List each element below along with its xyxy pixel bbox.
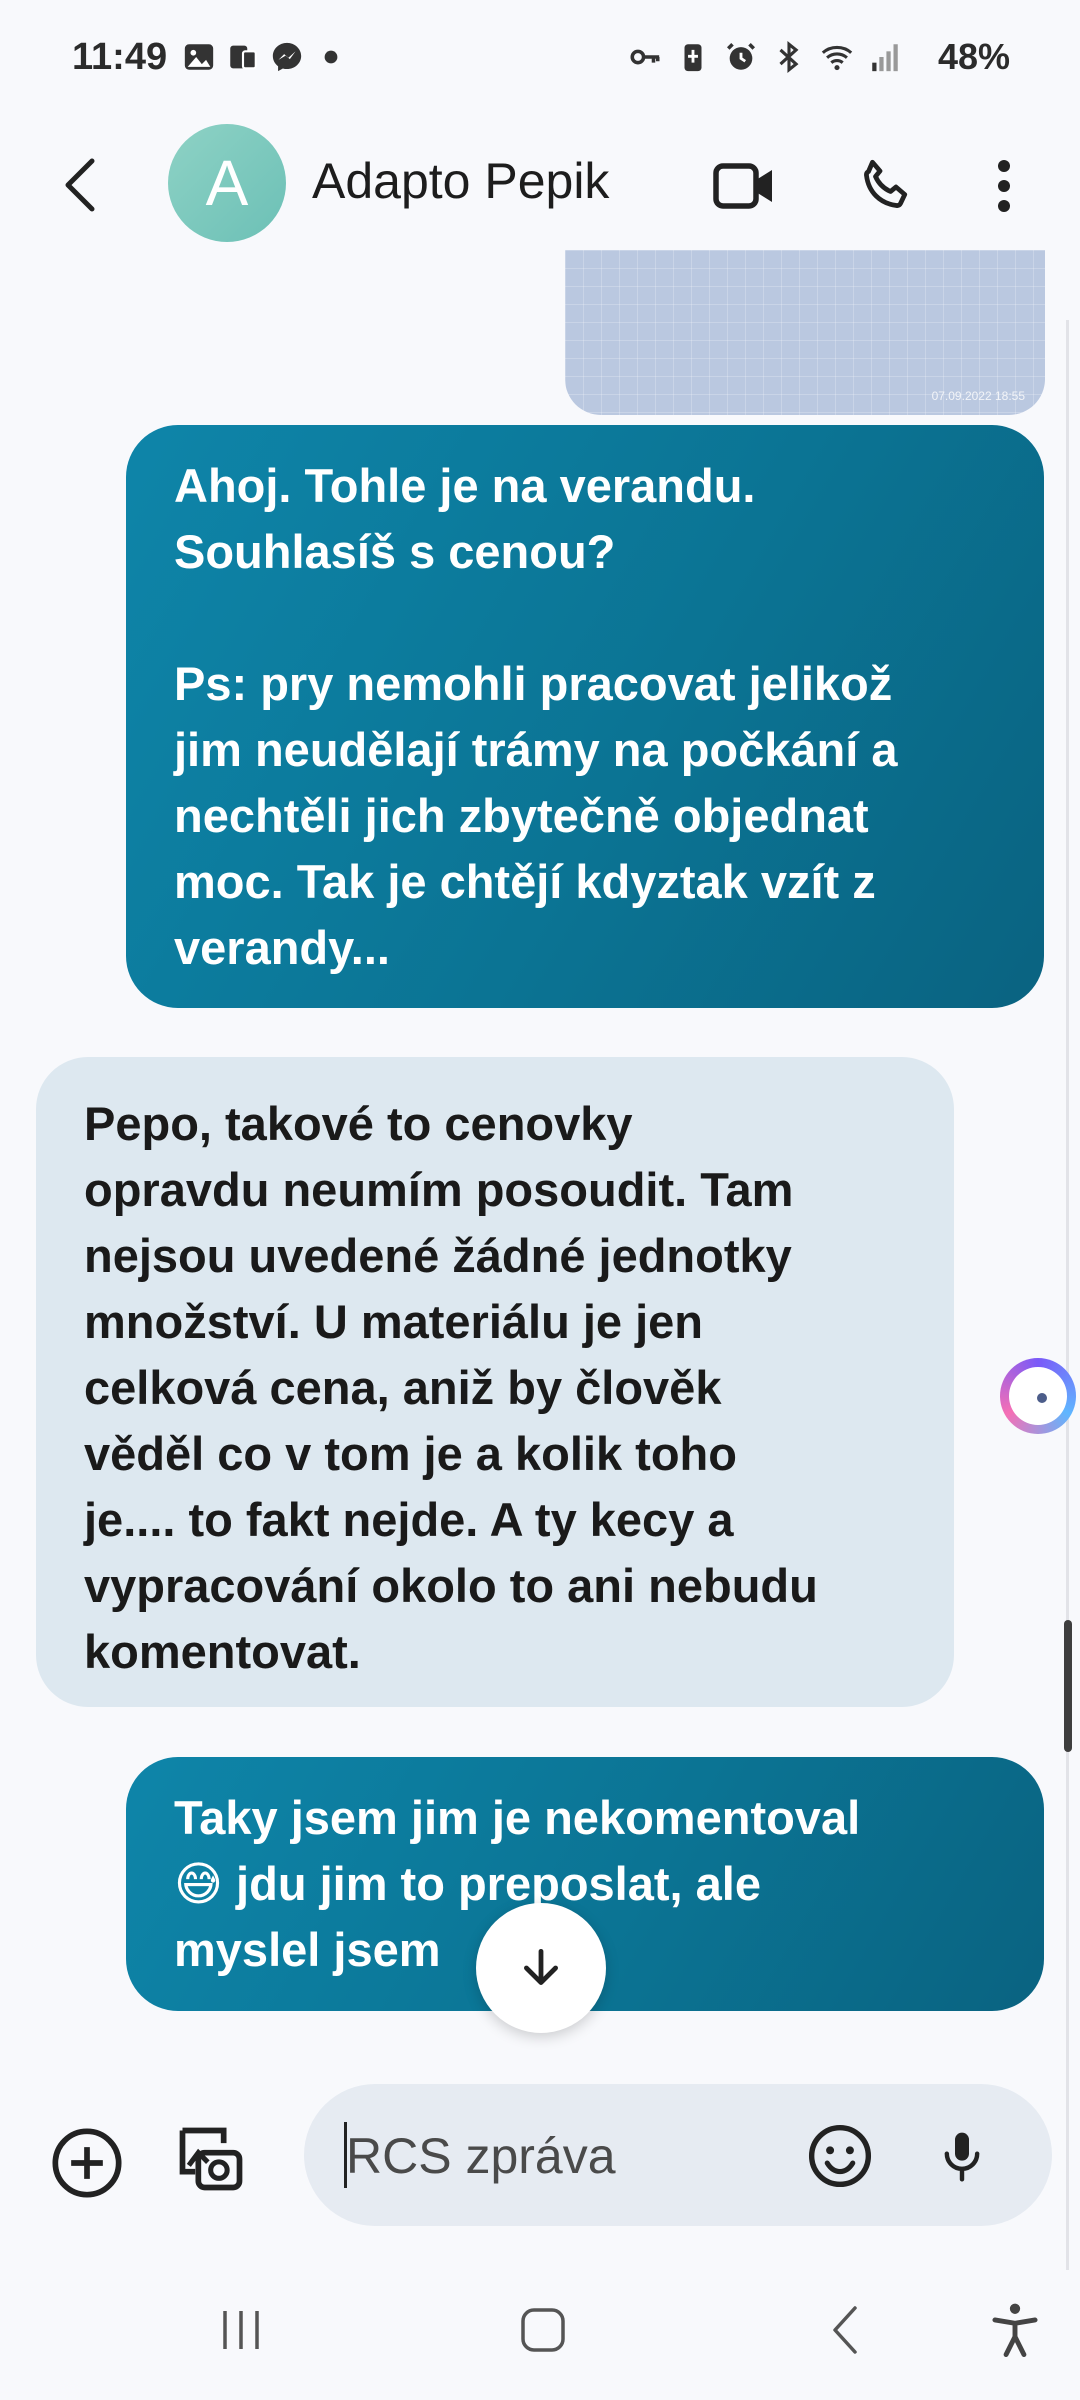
message-line: opravdu neumím posoudit. Tam bbox=[84, 1163, 794, 1216]
accessibility-button[interactable] bbox=[970, 2290, 1060, 2370]
battery-saver-icon bbox=[676, 40, 710, 74]
recents-button[interactable] bbox=[196, 2290, 286, 2370]
message-line: celková cena, aniž by člověk bbox=[84, 1361, 722, 1414]
bluetooth-icon bbox=[772, 40, 806, 74]
chevron-left-icon bbox=[65, 158, 95, 212]
avatar-letter: A bbox=[205, 147, 249, 219]
alarm-icon bbox=[724, 40, 758, 74]
wifi-icon bbox=[820, 40, 854, 74]
add-circle-icon bbox=[52, 2128, 122, 2198]
status-time: 11:49 bbox=[72, 36, 168, 78]
emoji-icon bbox=[808, 2124, 872, 2188]
status-bar: 11:49 48% bbox=[0, 0, 1080, 120]
message-line: komentovat. bbox=[84, 1625, 361, 1678]
system-navigation-bar bbox=[0, 2260, 1080, 2400]
message-line: vypracování okolo to ani nebudu bbox=[84, 1559, 818, 1612]
accessibility-icon bbox=[992, 2303, 1038, 2357]
message-composer bbox=[0, 2060, 1080, 2260]
home-icon bbox=[521, 2308, 565, 2352]
voice-call-button[interactable] bbox=[848, 148, 924, 224]
message-line: 😅 jdu jim to preposlat, ale bbox=[174, 1857, 761, 1910]
phone-icon bbox=[864, 159, 908, 208]
message-bubble-outgoing[interactable]: Ahoj. Tohle je na verandu. Souhlasíš s c… bbox=[126, 425, 1044, 1008]
message-bubble-incoming[interactable]: Pepo, takové to cenovky opravdu neumím p… bbox=[36, 1057, 954, 1707]
gallery-camera-icon bbox=[179, 2127, 243, 2191]
home-button[interactable] bbox=[498, 2290, 588, 2370]
contact-name[interactable]: Adapto Pepik bbox=[312, 152, 609, 210]
message-input-container[interactable] bbox=[304, 2084, 1052, 2226]
message-line: moc. Tak je chtějí kdyztak vzít z bbox=[174, 855, 876, 908]
arrow-down-icon bbox=[524, 1948, 558, 1985]
assistant-dot-icon bbox=[1037, 1393, 1047, 1403]
message-input[interactable] bbox=[346, 2124, 796, 2188]
more-vertical-icon bbox=[998, 160, 1010, 212]
key-icon bbox=[628, 40, 662, 74]
image-message[interactable]: 07.09.2022 18:55 bbox=[565, 250, 1045, 415]
battery-level: 48% bbox=[937, 36, 1010, 77]
scroll-track bbox=[1066, 320, 1069, 2270]
scrollbar-thumb[interactable] bbox=[1064, 1620, 1072, 1752]
attach-button[interactable] bbox=[44, 2120, 130, 2206]
microphone-icon bbox=[944, 2132, 980, 2182]
voice-input-button[interactable] bbox=[922, 2116, 1002, 2196]
image-timestamp: 07.09.2022 18:55 bbox=[931, 389, 1025, 403]
scroll-to-bottom-button[interactable] bbox=[476, 1903, 606, 2033]
message-line: nejsou uvedené žádné jednotky bbox=[84, 1229, 792, 1282]
recents-icon bbox=[223, 2311, 259, 2349]
message-line: množství. U materiálu je jen bbox=[84, 1295, 704, 1348]
status-right-icons bbox=[628, 40, 902, 74]
messenger-icon bbox=[270, 40, 304, 74]
video-camera-icon bbox=[713, 163, 772, 209]
video-call-button[interactable] bbox=[706, 148, 782, 224]
avatar[interactable]: A bbox=[168, 124, 286, 242]
message-line: věděl co v tom je a kolik toho bbox=[84, 1427, 737, 1480]
message-line: je.... to fakt nejde. A ty kecy a bbox=[84, 1493, 734, 1546]
more-options-button[interactable] bbox=[974, 148, 1034, 224]
gallery-icon bbox=[182, 40, 216, 74]
message-line: Ps: pry nemohli pracovat jelikož bbox=[174, 657, 893, 710]
message-line: nechtěli jich zbytečně objednat bbox=[174, 789, 869, 842]
gallery-camera-button[interactable] bbox=[168, 2116, 254, 2202]
floating-assistant-bubble[interactable] bbox=[1000, 1358, 1076, 1434]
emoji-button[interactable] bbox=[800, 2116, 880, 2196]
message-line: Ahoj. Tohle je na verandu. bbox=[174, 459, 756, 512]
notification-icon bbox=[226, 40, 260, 74]
message-line: Taky jsem jim je nekomentoval bbox=[174, 1791, 861, 1844]
message-line: Souhlasíš s cenou? bbox=[174, 525, 616, 578]
nav-back-button[interactable] bbox=[800, 2290, 890, 2370]
conversation-header: A Adapto Pepik bbox=[0, 120, 1080, 250]
message-line: Pepo, takové to cenovky bbox=[84, 1097, 633, 1150]
message-line: jim neudělají trámy na počkání a bbox=[174, 723, 898, 776]
back-arrow-icon bbox=[833, 2306, 857, 2354]
message-line-empty bbox=[174, 585, 1000, 651]
back-button[interactable] bbox=[50, 150, 110, 220]
message-line: verandy... bbox=[174, 921, 390, 974]
dot-icon bbox=[314, 40, 348, 74]
signal-icon bbox=[868, 40, 902, 74]
status-left-icons bbox=[182, 40, 348, 74]
